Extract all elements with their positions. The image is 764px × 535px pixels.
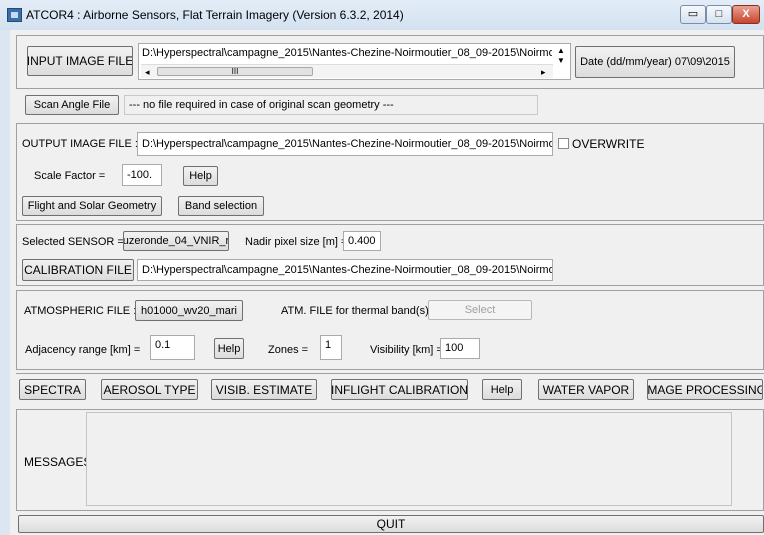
- aerosol-type-button[interactable]: AEROSOL TYPE: [101, 379, 198, 400]
- inflight-calibration-button[interactable]: INFLIGHT CALIBRATION: [331, 379, 468, 400]
- close-button[interactable]: X: [732, 5, 760, 24]
- messages-area: [86, 412, 732, 506]
- overwrite-checkbox[interactable]: [558, 138, 569, 149]
- band-selection-button[interactable]: Band selection: [178, 196, 264, 216]
- date-button[interactable]: Date (dd/mm/year) 07\09\2015: [575, 46, 735, 78]
- scan-angle-field: --- no file required in case of original…: [124, 95, 538, 115]
- adjacency-range-input[interactable]: 0.1: [150, 335, 195, 360]
- spin-down-icon[interactable]: ▼: [557, 56, 565, 65]
- flight-solar-geometry-button[interactable]: Flight and Solar Geometry: [22, 196, 162, 216]
- image-processing-button[interactable]: IMAGE PROCESSING: [647, 379, 763, 400]
- nadir-pixel-label: Nadir pixel size [m] =: [245, 236, 348, 248]
- window-title: ATCOR4 : Airborne Sensors, Flat Terrain …: [26, 8, 404, 22]
- scale-factor-label: Scale Factor =: [34, 170, 106, 182]
- spectra-button[interactable]: SPECTRA: [19, 379, 86, 400]
- adjacency-range-label: Adjacency range [km] =: [25, 344, 141, 356]
- calibration-file-button[interactable]: CALIBRATION FILE: [22, 259, 134, 281]
- visibility-estimate-button[interactable]: VISIB. ESTIMATE: [211, 379, 317, 400]
- input-image-file-button[interactable]: INPUT IMAGE FILE: [27, 46, 133, 76]
- scroll-thumb[interactable]: III: [157, 67, 313, 76]
- scale-help-button[interactable]: Help: [183, 166, 218, 186]
- app-icon: [7, 8, 22, 22]
- visibility-input[interactable]: 100: [440, 338, 480, 359]
- thermal-select-button[interactable]: Select: [428, 300, 532, 320]
- atmosphere-panel: [16, 290, 764, 370]
- quit-button[interactable]: QUIT: [18, 515, 764, 533]
- atmospheric-file-button[interactable]: h01000_wv20_mari: [135, 300, 243, 321]
- scale-factor-input[interactable]: -100.: [122, 164, 162, 186]
- scroll-left-icon[interactable]: ◂: [145, 65, 150, 79]
- output-image-file-label: OUTPUT IMAGE FILE :: [22, 138, 138, 150]
- visibility-label: Visibility [km] =: [370, 344, 443, 356]
- messages-label: MESSAGES: [24, 455, 92, 469]
- output-path-field[interactable]: D:\Hyperspectral\campagne_2015\Nantes-Ch…: [137, 132, 553, 156]
- calibration-path-field[interactable]: D:\Hyperspectral\campagne_2015\Nantes-Ch…: [137, 259, 553, 281]
- spin-buttons[interactable]: ▲ ▼: [554, 46, 568, 77]
- adjacency-help-button[interactable]: Help: [214, 338, 244, 359]
- toolbar-separator: [16, 373, 764, 374]
- water-vapor-button[interactable]: WATER VAPOR: [538, 379, 634, 400]
- toolbar-help-button[interactable]: Help: [482, 379, 522, 400]
- sensor-select-button[interactable]: uzeronde_04_VNIR_r: [123, 231, 229, 251]
- scan-angle-file-button[interactable]: Scan Angle File: [25, 95, 119, 115]
- spin-up-icon[interactable]: ▲: [557, 46, 565, 55]
- minimize-button[interactable]: ▭: [680, 5, 706, 24]
- selected-sensor-label: Selected SENSOR =: [22, 236, 124, 248]
- atmospheric-file-label: ATMOSPHERIC FILE :: [24, 305, 137, 317]
- input-path-text: D:\Hyperspectral\campagne_2015\Nantes-Ch…: [142, 47, 552, 59]
- input-path-field[interactable]: D:\Hyperspectral\campagne_2015\Nantes-Ch…: [138, 43, 571, 80]
- thermal-file-label: ATM. FILE for thermal band(s) :: [281, 305, 435, 317]
- horizontal-scrollbar[interactable]: ◂ III ▸: [141, 64, 553, 78]
- scroll-right-icon[interactable]: ▸: [541, 65, 546, 79]
- nadir-pixel-input[interactable]: 0.400: [343, 231, 381, 251]
- maximize-button[interactable]: □: [706, 5, 732, 24]
- zones-label: Zones =: [268, 344, 309, 356]
- zones-input[interactable]: 1: [320, 335, 342, 360]
- overwrite-label: OVERWRITE: [572, 137, 645, 151]
- title-bar: ATCOR4 : Airborne Sensors, Flat Terrain …: [0, 0, 764, 30]
